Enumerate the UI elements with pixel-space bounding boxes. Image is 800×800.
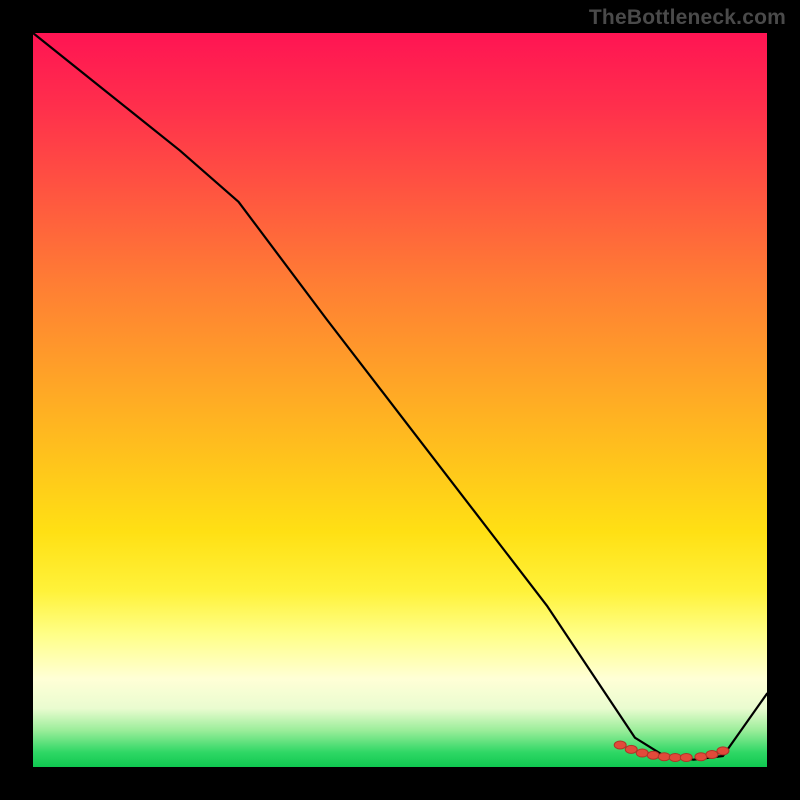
marker-dot	[636, 749, 648, 757]
marker-dot	[717, 747, 729, 755]
marker-dot	[706, 751, 718, 759]
chart-frame: TheBottleneck.com	[0, 0, 800, 800]
marker-cluster	[614, 741, 729, 761]
series-line	[33, 33, 767, 760]
marker-dot	[647, 751, 659, 759]
watermark-text: TheBottleneck.com	[589, 6, 786, 30]
marker-dot	[680, 753, 692, 761]
marker-dot	[658, 753, 670, 761]
marker-dot	[614, 741, 626, 749]
chart-overlay	[33, 33, 767, 767]
marker-dot	[695, 753, 707, 761]
marker-dot	[625, 745, 637, 753]
marker-dot	[669, 753, 681, 761]
